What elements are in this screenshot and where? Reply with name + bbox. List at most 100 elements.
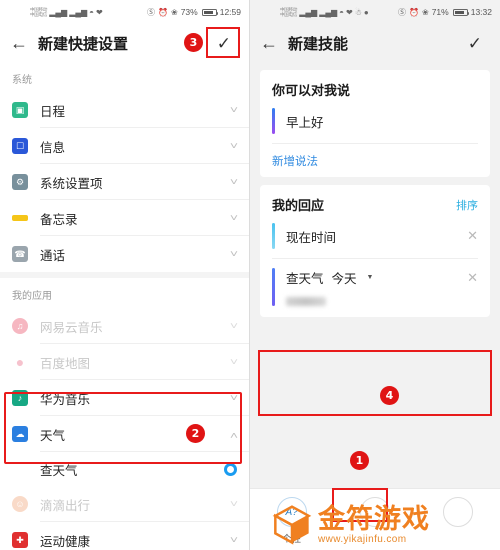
dual-screenshot-container: 中国移动 中国电信 ▂▄▆ ▂▄▆ ◓ ❤ Ⓢ ⏰ ❀ 73% 12:59 ← … (0, 0, 500, 550)
health-icon: ✚ (12, 532, 28, 548)
response-option[interactable]: 今天 (332, 268, 357, 287)
map-pin-icon: ● (15, 354, 25, 370)
response-entry-time[interactable]: 现在时间 ✕ (272, 214, 478, 259)
list-item-label: 系统设置项 (40, 176, 103, 191)
clock-label: 12:59 (219, 7, 241, 17)
chevron-down-icon[interactable]: ˅ (230, 105, 238, 116)
annotation-badge-3: 3 (184, 33, 203, 52)
list-item-baidu-map[interactable]: ● 百度地图 ˅ (0, 344, 249, 380)
list-item-messages[interactable]: ☐ 信息 ˅ (0, 128, 249, 164)
annotation-badge-2: 2 (186, 424, 205, 443)
heart-icon: ❤ (346, 7, 353, 17)
calendar-icon: ▣ (12, 102, 28, 118)
watermark: 金符游戏 www.yikajinfu.com (272, 504, 430, 546)
chevron-down-icon[interactable]: ˅ (230, 141, 238, 152)
back-arrow-icon[interactable]: ← (260, 34, 284, 52)
mute-icon: Ⓢ (398, 7, 407, 17)
chevron-down-icon[interactable]: ˅ (230, 499, 238, 510)
chevron-down-icon[interactable]: ▼ (367, 274, 374, 281)
list-item-call[interactable]: ☎ 通话 ˅ (0, 236, 249, 272)
watermark-text: 金符游戏 www.yikajinfu.com (318, 503, 430, 545)
accent-bar (272, 223, 275, 249)
phrase-entry[interactable]: 早上好 (272, 99, 478, 144)
list-item-label: 备忘录 (40, 212, 78, 227)
watermark-url: www.yikajinfu.com (318, 533, 407, 545)
gear-icon: ⚙ (12, 174, 28, 190)
chevron-down-icon[interactable]: ˅ (230, 321, 238, 332)
carrier-label: 中国移动 中国电信 (280, 6, 298, 18)
settings-list[interactable]: 系统 ▣ 日程 ˅ ☐ 信息 ˅ ⚙ 系统设置项 ˅ 备忘录 ˅ ☎ 通话 ˅ … (0, 62, 249, 550)
response-entry-weather[interactable]: 查天气 今天 ▼ ✕ (272, 259, 478, 315)
close-icon[interactable]: ✕ (461, 270, 478, 286)
memo-icon (12, 215, 28, 221)
accent-bar (272, 108, 275, 134)
right-status-bar: 中国移动 中国电信 ▂▄▆ ▂▄▆ ◓ ❤ ☃ ● Ⓢ ⏰ ❀ 71% 13:3… (250, 0, 500, 24)
left-app-bar: ← 新建快捷设置 ✓ (0, 24, 249, 62)
chevron-down-icon[interactable]: ˅ (230, 177, 238, 188)
back-arrow-icon[interactable]: ← (10, 34, 34, 52)
list-item-label: 网易云音乐 (40, 320, 103, 335)
chevron-down-icon[interactable]: ˅ (230, 249, 238, 260)
battery-percent: 73% (180, 7, 198, 17)
chevron-down-icon[interactable]: ˅ (230, 535, 238, 546)
alarm-icon: ⏰ (409, 7, 419, 17)
confirm-check-button[interactable]: ✓ (209, 32, 239, 55)
group-title-my-apps: 我的应用 (0, 278, 249, 308)
list-item-system-settings[interactable]: ⚙ 系统设置项 ˅ (0, 164, 249, 200)
list-item-huawei-music[interactable]: ♪ 华为音乐 ˅ (0, 380, 249, 416)
response-text: 现在时间 (286, 230, 337, 245)
person-icon: ☃ (354, 7, 362, 17)
add-phrase-link[interactable]: 新增说法 (272, 144, 478, 169)
list-item-health[interactable]: ✚ 运动健康 ˅ (0, 522, 249, 550)
response-entry-row: 查天气 今天 ▼ (286, 268, 461, 287)
list-item-label: 滴滴出行 (40, 498, 91, 513)
sub-item-check-weather[interactable]: 查天气 (0, 452, 249, 486)
right-phone-screen: 中国移动 中国电信 ▂▄▆ ▂▄▆ ◓ ❤ ☃ ● Ⓢ ⏰ ❀ 71% 13:3… (250, 0, 500, 550)
card-header: 我的回应 排序 (272, 195, 478, 214)
bluetooth-icon: ❀ (171, 7, 178, 17)
annotation-box-response (258, 350, 492, 416)
right-app-bar: ← 新建技能 ✓ (250, 24, 500, 62)
signal-icon: ▂▄▆ (299, 7, 318, 17)
didi-icon: ☺ (12, 496, 28, 512)
list-item-calendar[interactable]: ▣ 日程 ˅ (0, 92, 249, 128)
status-right-group: Ⓢ ⏰ ❀ 71% 13:32 (398, 7, 492, 18)
signal-icon: ▂▄▆ (49, 7, 68, 17)
watermark-brand: 金符游戏 (318, 503, 430, 535)
list-item-didi[interactable]: ☺ 滴滴出行 ˅ (0, 486, 249, 522)
left-phone-screen: 中国移动 中国电信 ▂▄▆ ▂▄▆ ◓ ❤ Ⓢ ⏰ ❀ 73% 12:59 ← … (0, 0, 250, 550)
my-response-card: 我的回应 排序 现在时间 ✕ 查天气 今天 ▼ ✕ (260, 185, 490, 317)
close-icon[interactable]: ✕ (461, 228, 478, 244)
alarm-icon: ⏰ (158, 7, 168, 17)
list-item-label: 华为音乐 (40, 392, 91, 407)
list-item-memo[interactable]: 备忘录 ˅ (0, 200, 249, 236)
confirm-check-button[interactable]: ✓ (460, 32, 490, 55)
chevron-down-icon[interactable]: ˅ (230, 357, 238, 368)
chat-icon: ● (363, 7, 369, 17)
say-to-me-card: 你可以对我说 早上好 新增说法 (260, 70, 490, 177)
list-item-label: 通话 (40, 248, 66, 263)
battery-percent: 71% (431, 7, 449, 17)
message-icon: ☐ (12, 138, 28, 154)
radio-selected-icon[interactable] (224, 462, 237, 476)
card-title: 我的回应 (272, 198, 325, 213)
annotation-badge-4: 4 (380, 386, 399, 405)
list-item-weather[interactable]: ☁ 天气 ˅ (0, 416, 249, 452)
status-right-group: Ⓢ ⏰ ❀ 73% 12:59 (147, 7, 241, 18)
response-entry-content: 查天气 今天 ▼ (286, 268, 461, 306)
annotation-badge-1: 1 (350, 451, 369, 470)
page-title: 新建技能 (288, 35, 349, 53)
cube-logo-icon (272, 505, 312, 545)
wifi-icon: ◓ (339, 7, 345, 17)
heart-icon: ❤ (96, 7, 103, 17)
list-item-netease-music[interactable]: ♫ 网易云音乐 ˅ (0, 308, 249, 344)
chevron-up-icon[interactable]: ˅ (230, 429, 238, 440)
accent-bar (272, 268, 275, 306)
left-status-bar: 中国移动 中国电信 ▂▄▆ ▂▄▆ ◓ ❤ Ⓢ ⏰ ❀ 73% 12:59 (0, 0, 249, 24)
chevron-down-icon[interactable]: ˅ (230, 393, 238, 404)
response-text: 查天气 (286, 272, 324, 286)
chevron-down-icon[interactable]: ˅ (230, 213, 238, 224)
sort-link[interactable]: 排序 (456, 197, 478, 213)
list-item-label: 信息 (40, 140, 66, 155)
list-item-label: 百度地图 (40, 356, 91, 371)
